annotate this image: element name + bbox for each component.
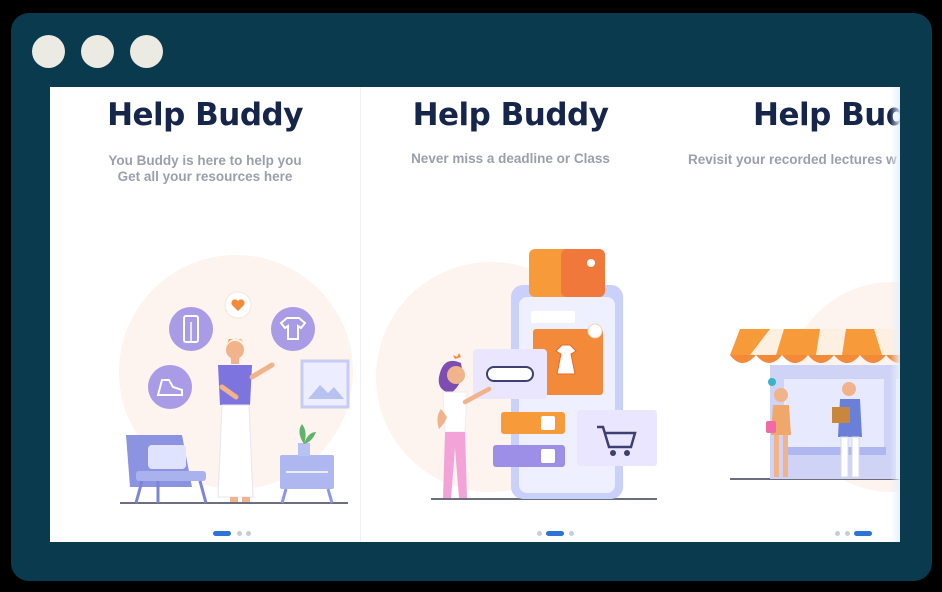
onboarding-slide-3[interactable]: Help Bud Revisit your recorded lectures …	[660, 87, 900, 542]
sneaker-icon	[148, 365, 192, 409]
onboarding-slide-2[interactable]: Help Buddy Never miss a deadline or Clas…	[360, 87, 660, 542]
mobile-shopping-illustration	[376, 249, 657, 500]
slide-title: Help Buddy	[107, 97, 303, 133]
pager-dots	[50, 531, 360, 537]
heart-icon	[224, 291, 252, 319]
storefront-illustration	[730, 282, 900, 492]
pager-dots	[660, 531, 900, 537]
slide-subtitle-line-1: You Buddy is here to help you	[108, 153, 302, 168]
window-minimize-dot[interactable]	[81, 35, 114, 68]
window-maximize-dot[interactable]	[130, 35, 163, 68]
window-close-dot[interactable]	[32, 35, 65, 68]
pager-dot[interactable]	[835, 531, 840, 536]
onboarding-slide-1[interactable]: Help Buddy You Buddy is here to help you…	[50, 87, 360, 542]
pager-dot-active[interactable]	[854, 531, 872, 536]
shopping-assistant-illustration	[119, 255, 353, 504]
slide-subtitle: Revisit your recorded lectures w	[688, 152, 897, 167]
pager-dot[interactable]	[569, 531, 574, 536]
slide-title: Help Bud	[753, 97, 900, 133]
slide-subtitle-line-2: Get all your resources here	[117, 169, 293, 184]
pager-dot[interactable]	[237, 531, 242, 536]
pager-dots	[361, 531, 660, 537]
pager-dot-active[interactable]	[546, 531, 564, 536]
cart-icon	[577, 410, 657, 466]
onboarding-carousel[interactable]: Help Buddy You Buddy is here to help you…	[50, 87, 900, 542]
pager-dot[interactable]	[246, 531, 251, 536]
slide-subtitle: Never miss a deadline or Class	[411, 151, 610, 166]
tshirt-icon	[271, 307, 315, 351]
slide-title: Help Buddy	[412, 97, 609, 133]
pager-dot[interactable]	[845, 531, 850, 536]
app-window: Help Buddy You Buddy is here to help you…	[11, 13, 932, 581]
jeans-icon	[169, 307, 213, 351]
storefront-icon	[730, 329, 900, 479]
pager-dot[interactable]	[537, 531, 542, 536]
carousel-edge-fade	[890, 87, 900, 542]
pager-dot-active[interactable]	[213, 531, 231, 536]
picture-frame-icon	[300, 359, 350, 409]
